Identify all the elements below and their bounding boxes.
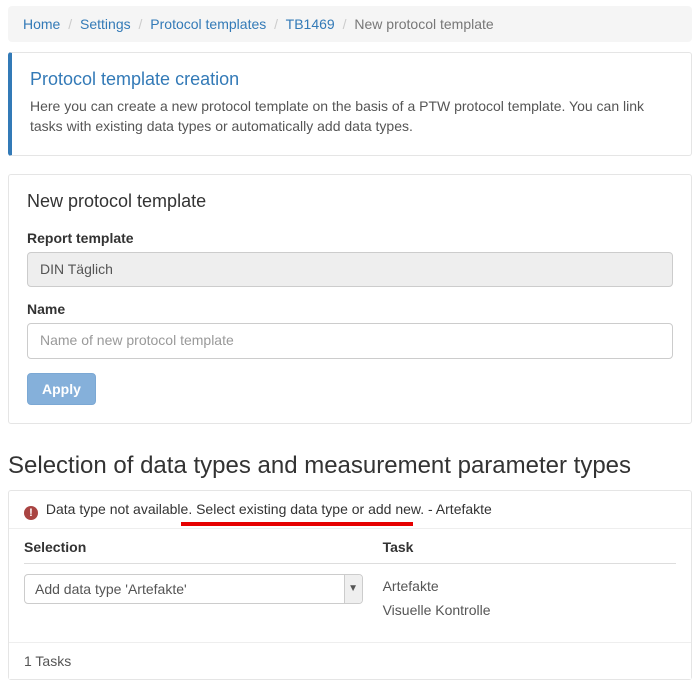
crumb-settings[interactable]: Settings [80, 16, 131, 32]
error-icon: ! [24, 506, 38, 520]
alert-text: Data type not available. Select existing… [46, 501, 492, 517]
name-field[interactable] [27, 323, 673, 359]
form-heading: New protocol template [27, 191, 673, 212]
new-template-form: New protocol template Report template Na… [8, 174, 692, 424]
crumb-protocol-templates[interactable]: Protocol templates [150, 16, 266, 32]
crumb-sep: / [270, 16, 282, 32]
crumb-tb1469[interactable]: TB1469 [286, 16, 335, 32]
crumb-sep: / [135, 16, 147, 32]
task-item: Artefakte [383, 574, 676, 598]
name-label: Name [27, 301, 673, 317]
datatype-row: Add data type 'Artefakte' ▼ Artefakte Vi… [9, 564, 691, 642]
callout-text: Here you can create a new protocol templ… [30, 96, 673, 137]
callout-title: Protocol template creation [30, 69, 673, 90]
crumb-sep: / [339, 16, 351, 32]
crumb-sep: / [64, 16, 76, 32]
info-callout: Protocol template creation Here you can … [8, 52, 692, 156]
datatype-table-header: Selection Task [9, 528, 691, 564]
datatype-alert: ! Data type not available. Select existi… [9, 491, 691, 528]
crumb-home[interactable]: Home [23, 16, 60, 32]
report-template-field [27, 252, 673, 288]
report-template-label: Report template [27, 230, 673, 246]
datatype-footer: 1 Tasks [9, 642, 691, 679]
datatype-select[interactable]: Add data type 'Artefakte' [24, 574, 363, 604]
task-item: Visuelle Kontrolle [383, 598, 676, 622]
crumb-current: New protocol template [354, 16, 493, 32]
col-header-task: Task [383, 539, 676, 564]
breadcrumb: Home / Settings / Protocol templates / T… [8, 6, 692, 42]
task-list: Artefakte Visuelle Kontrolle [383, 574, 676, 622]
apply-button[interactable]: Apply [27, 373, 96, 405]
datatypes-panel: ! Data type not available. Select existi… [8, 490, 692, 680]
col-header-selection: Selection [24, 539, 383, 564]
highlight-underline [181, 522, 413, 526]
section-title: Selection of data types and measurement … [8, 452, 692, 480]
